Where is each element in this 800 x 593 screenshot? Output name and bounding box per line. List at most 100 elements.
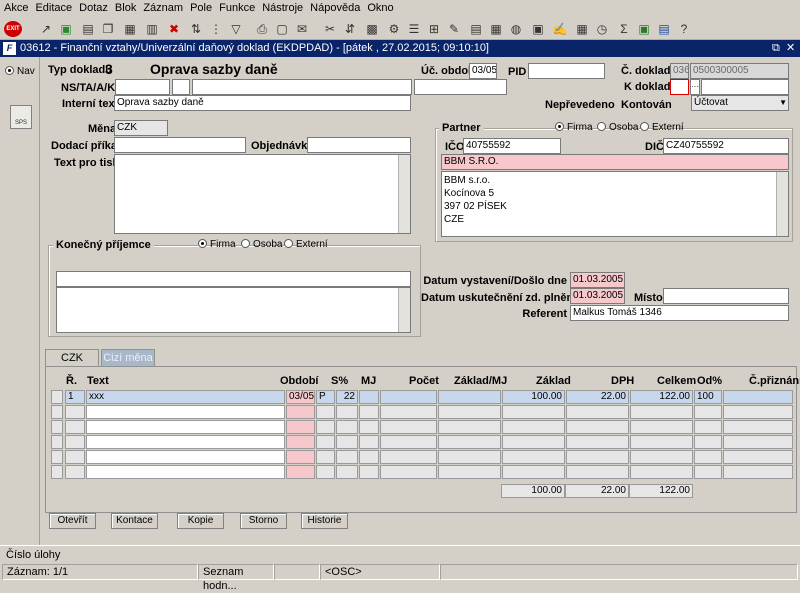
referent-field[interactable]: Malkus Tomáš 1346 — [570, 305, 789, 321]
cell-zaklad[interactable] — [502, 465, 565, 479]
cell-s-value[interactable]: 22 — [336, 390, 358, 404]
cell-mj[interactable] — [359, 465, 379, 479]
note-icon[interactable]: ✍ — [552, 21, 568, 37]
cell-pocet[interactable] — [380, 390, 437, 404]
konecny-prijemce-address[interactable] — [56, 287, 411, 333]
cell-text[interactable] — [86, 405, 285, 419]
partner-radio-osoba[interactable]: Osoba — [597, 122, 638, 133]
ns-field[interactable] — [115, 79, 170, 95]
cell-celkem[interactable]: 122.00 — [630, 390, 693, 404]
cell-dph[interactable] — [566, 405, 629, 419]
cell-celkem[interactable] — [630, 450, 693, 464]
cell-od[interactable] — [694, 405, 722, 419]
cell-s-value[interactable] — [336, 420, 358, 434]
menu-item[interactable]: Editace — [31, 0, 75, 14]
cancel-icon[interactable]: ✖ — [166, 21, 182, 37]
grid-icon[interactable]: ▦ — [574, 21, 590, 37]
cell-mj[interactable] — [359, 420, 379, 434]
cell-text[interactable] — [86, 420, 285, 434]
cell-zaklad-mj[interactable] — [438, 450, 501, 464]
menu-item[interactable]: Dotaz — [75, 0, 111, 14]
funnel-icon[interactable]: ▽ — [228, 21, 244, 37]
cell-s-value[interactable] — [336, 450, 358, 464]
row-selector[interactable] — [51, 405, 63, 419]
partner-address-scrollbar[interactable] — [776, 172, 788, 236]
cell-s-value[interactable] — [336, 405, 358, 419]
image-icon[interactable]: ▣ — [530, 21, 546, 37]
storno-button[interactable]: Storno — [240, 513, 287, 529]
menu-item[interactable]: Blok — [111, 0, 139, 14]
paste-icon[interactable]: ⇵ — [342, 21, 358, 37]
cell-zaklad[interactable] — [502, 405, 565, 419]
preview-icon[interactable]: ▢ — [274, 21, 290, 37]
excel-icon[interactable]: ▣ — [636, 21, 652, 37]
interni-text-field[interactable]: Oprava sazby daně — [114, 95, 411, 111]
datum-vystaveni-field[interactable]: 01.03.2005 — [570, 272, 625, 288]
cell-dph[interactable]: 22.00 — [566, 390, 629, 404]
cell-c-priznani[interactable] — [723, 390, 793, 404]
cell-mj[interactable] — [359, 450, 379, 464]
close-icon[interactable]: ✕ — [786, 40, 795, 57]
mail-icon[interactable]: ✉ — [294, 21, 310, 37]
radio-off-icon[interactable] — [640, 122, 649, 131]
help-icon[interactable]: ? — [676, 21, 692, 37]
misto-field[interactable] — [663, 288, 789, 304]
tab-cizi-mena[interactable]: Cizí měna — [101, 349, 155, 366]
kopie-button[interactable]: Kopie — [177, 513, 224, 529]
cell-dph[interactable] — [566, 420, 629, 434]
cell-r[interactable] — [65, 450, 85, 464]
partner-address[interactable]: BBM s.r.o. Kocínova 5 397 02 PÍSEK CZE — [441, 171, 789, 237]
clock-icon[interactable]: ◷ — [594, 21, 610, 37]
k-dokladu-field[interactable] — [670, 79, 689, 95]
objednavka-field[interactable] — [307, 137, 411, 153]
partner-radio-firma[interactable]: Firma — [555, 122, 593, 133]
list-icon[interactable]: ☰ — [406, 21, 422, 37]
uc-obdobi-field[interactable]: 03/05 — [469, 63, 497, 79]
row-selector[interactable] — [51, 390, 63, 404]
restore-icon[interactable]: ⧉ — [772, 40, 780, 57]
radio-on-icon[interactable] — [198, 239, 207, 248]
cell-zaklad-mj[interactable] — [438, 390, 501, 404]
cell-obdobi[interactable]: 03/05 — [286, 390, 315, 404]
datum-uskutecneni-field[interactable]: 01.03.2005 — [570, 288, 625, 304]
menu-item[interactable]: Akce — [0, 0, 31, 14]
cell-celkem[interactable] — [630, 465, 693, 479]
dic-field[interactable]: CZ40755592 — [663, 138, 789, 154]
cell-mj[interactable] — [359, 405, 379, 419]
chevron-down-icon[interactable]: ▼ — [779, 96, 787, 110]
cell-s[interactable] — [316, 435, 335, 449]
cell-dph[interactable] — [566, 465, 629, 479]
cell-zaklad[interactable]: 100.00 — [502, 390, 565, 404]
cell-text[interactable]: xxx — [86, 390, 285, 404]
cut-icon[interactable]: ✂ — [322, 21, 338, 37]
k-dokladu-lookup[interactable]: ··· — [690, 79, 700, 95]
calendar-icon[interactable]: ▦ — [488, 21, 504, 37]
sps-button[interactable]: SPS — [10, 105, 32, 129]
cell-obdobi[interactable] — [286, 420, 315, 434]
menu-item[interactable]: Nápověda — [306, 0, 363, 14]
insert-record-icon[interactable]: ▦ — [122, 21, 138, 37]
kp-radio-osoba[interactable]: Osoba — [241, 239, 282, 250]
ico-field[interactable]: 40755592 — [463, 138, 561, 154]
filter-icon[interactable]: ⋮ — [208, 21, 224, 37]
delete-record-icon[interactable]: ▥ — [144, 21, 160, 37]
cell-celkem[interactable] — [630, 405, 693, 419]
cell-zaklad-mj[interactable] — [438, 420, 501, 434]
ta-field[interactable] — [172, 79, 190, 95]
k-dokladu-value[interactable] — [701, 79, 789, 95]
pid-field[interactable] — [528, 63, 605, 79]
cell-dph[interactable] — [566, 450, 629, 464]
historie-button[interactable]: Historie — [301, 513, 348, 529]
kp-radio-firma[interactable]: Firma — [198, 239, 236, 250]
dodaci-prikaz-field[interactable] — [114, 137, 246, 153]
calc-icon[interactable]: ▩ — [364, 21, 380, 37]
kontace-button[interactable]: Kontace — [111, 513, 158, 529]
cell-obdobi[interactable] — [286, 405, 315, 419]
row-selector[interactable] — [51, 465, 63, 479]
cell-zaklad[interactable] — [502, 420, 565, 434]
kontovan-select[interactable]: Účtovat ▼ — [691, 95, 789, 111]
cell-mj[interactable] — [359, 390, 379, 404]
text-pro-tisk-scrollbar[interactable] — [398, 155, 410, 233]
cell-pocet[interactable] — [380, 450, 437, 464]
otevrit-button[interactable]: Otevřít — [49, 513, 96, 529]
